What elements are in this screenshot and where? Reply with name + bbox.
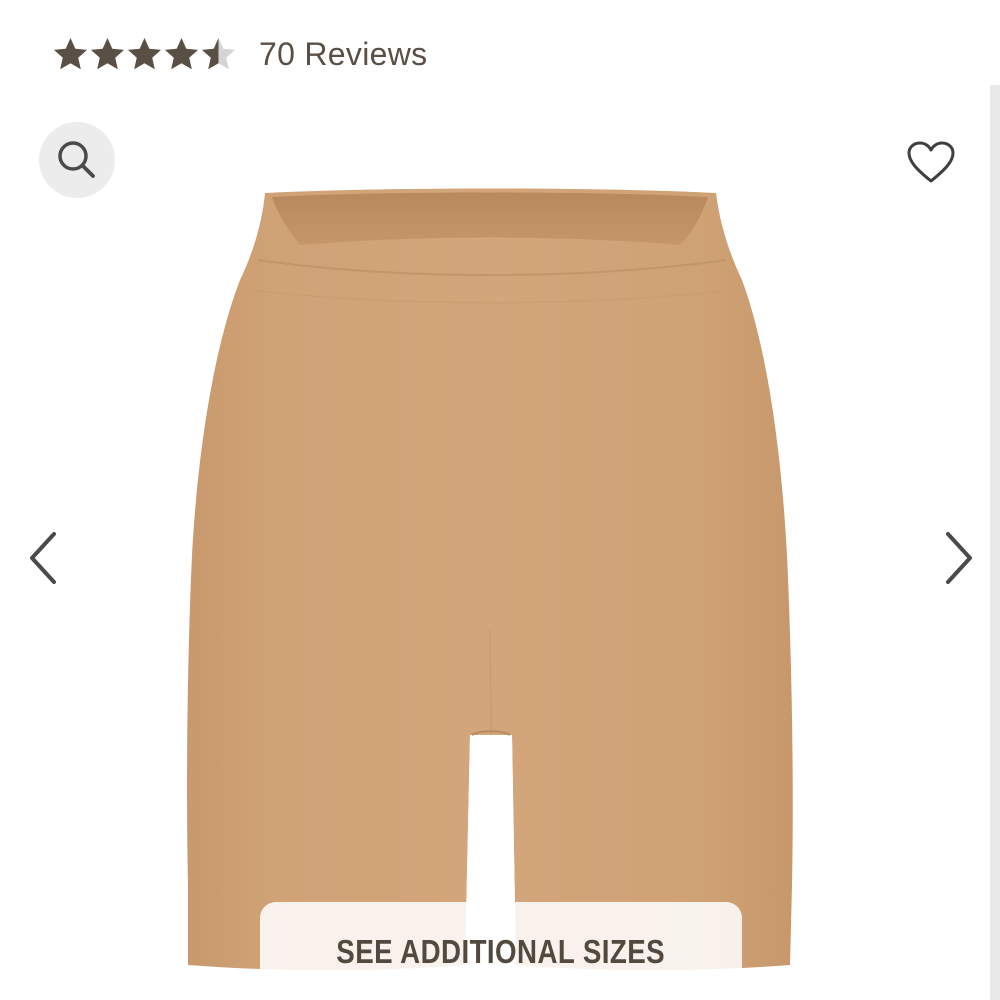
product-image [187, 188, 793, 971]
inner-waistband [272, 192, 708, 245]
product-image-gallery: SEE ADDITIONAL SIZES [0, 85, 990, 1000]
heart-icon [907, 141, 955, 183]
star-icon [128, 37, 161, 69]
see-additional-sizes-button[interactable]: SEE ADDITIONAL SIZES [260, 902, 742, 1000]
favorite-button[interactable] [900, 135, 962, 191]
star-icon [202, 37, 235, 69]
star-rating [52, 36, 237, 73]
previous-image-button[interactable] [18, 523, 68, 593]
search-button[interactable] [39, 122, 115, 198]
search-icon [58, 141, 95, 178]
reviews-link[interactable]: 70 Reviews [259, 36, 427, 73]
star-icon [54, 37, 87, 69]
star-icon [91, 37, 124, 69]
gallery-scrollbar[interactable] [990, 85, 1000, 1000]
center-seam [489, 629, 492, 734]
rating-row: 70 Reviews [52, 30, 427, 78]
chevron-left-icon [30, 532, 56, 584]
next-image-button[interactable] [934, 523, 984, 593]
product-page: 70 Reviews SEE ADDITIONAL SIZES [0, 0, 1000, 1000]
star-icon [165, 37, 198, 69]
chevron-right-icon [946, 532, 972, 584]
sizes-button-label: SEE ADDITIONAL SIZES [336, 933, 666, 970]
